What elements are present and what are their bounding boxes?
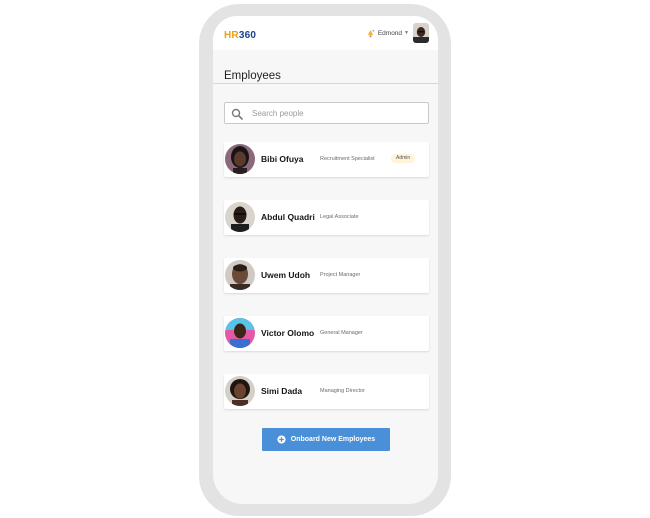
onboard-button-label: Onboard New Employees [290,436,376,443]
employee-role: Project Manager [320,272,361,278]
employee-name: Uwem Udoh [261,270,311,280]
logo-hr: HR [224,30,239,41]
employee-name: Victor Olomo [261,328,315,338]
divider [213,83,438,84]
avatar [225,202,255,232]
employee-role: Managing Director [320,388,365,394]
chevron-down-icon[interactable]: ▼ [404,30,409,36]
admin-badge: Admin [391,154,416,163]
search-input[interactable] [252,107,422,119]
employee-card[interactable]: Abdul Quadri Legal Associate [224,200,429,235]
app-screen: HR360 Edmond ▼ Employees Search people B… [213,16,438,504]
plus-circle-icon [277,435,286,444]
user-menu[interactable]: Edmond ▼ [366,22,429,44]
avatar [225,318,255,348]
logo-number: 360 [238,30,257,41]
avatar[interactable] [413,23,429,43]
employee-role: General Manager [320,330,363,336]
bell-icon[interactable] [366,29,375,38]
avatar [225,260,255,290]
top-bar: HR360 Edmond ▼ [213,16,438,50]
app-logo[interactable]: HR360 [224,30,256,41]
search-box[interactable] [224,102,429,124]
employee-card[interactable]: Victor Olomo General Manager [224,316,429,351]
employee-name: Abdul Quadri [261,212,315,222]
employee-role: Recruitment Specialist [320,156,375,162]
user-name: Edmond [377,29,403,37]
employee-card[interactable]: Bibi Ofuya Recruitment Specialist Admin [224,142,429,177]
page-title: Employees [224,70,281,82]
employee-name: Bibi Ofuya [261,154,304,164]
employee-card[interactable]: Uwem Udoh Project Manager [224,258,429,293]
search-icon [231,108,243,120]
avatar [225,144,255,174]
employee-role: Legal Associate [320,214,359,220]
onboard-new-employees-button[interactable]: Onboard New Employees [262,428,390,451]
avatar [225,376,255,406]
employee-name: Simi Dada [261,386,303,396]
employee-card[interactable]: Simi Dada Managing Director [224,374,429,409]
